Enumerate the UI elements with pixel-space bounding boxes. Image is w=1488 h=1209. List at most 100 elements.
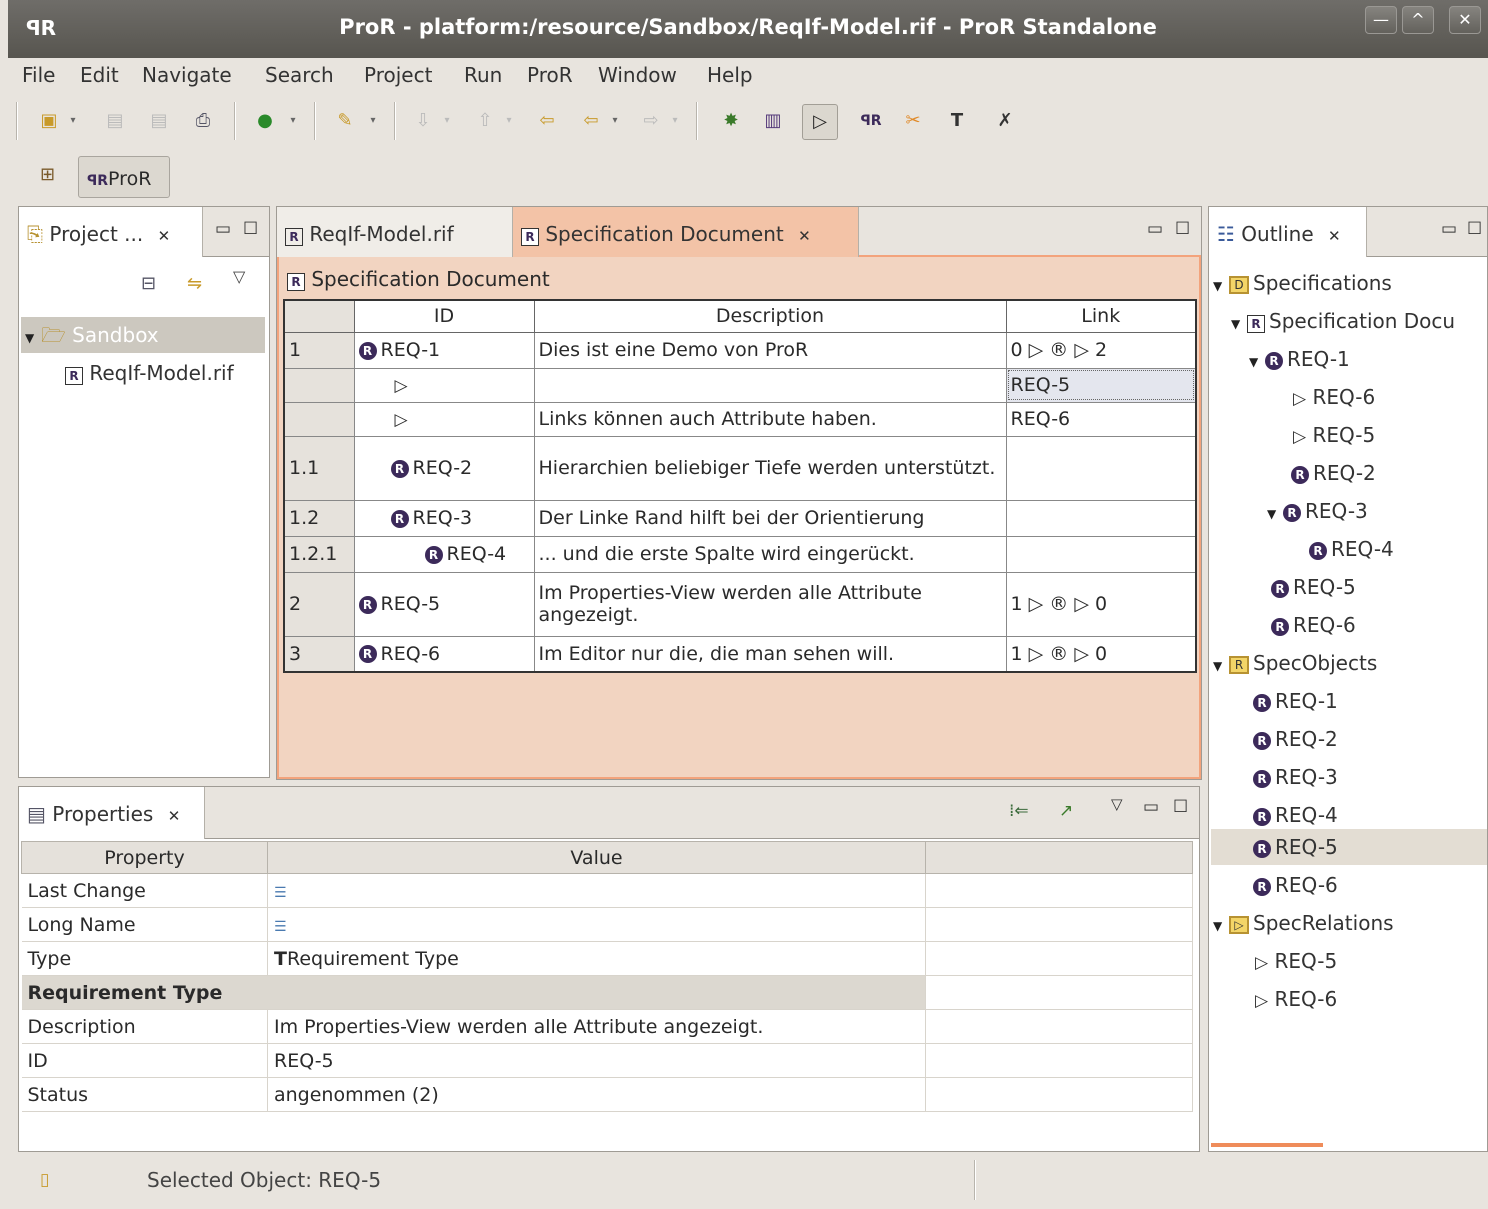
outline-item-spec-document[interactable]: ▼ R Specification Docu: [1231, 303, 1455, 339]
link-cell[interactable]: 1 ▷ ® ▷ 0: [1005, 571, 1197, 637]
table-row[interactable]: 3 R REQ-6 Im Editor nur die, die man sehe…: [283, 635, 1197, 673]
view-menu-icon[interactable]: ▽: [233, 267, 245, 286]
minimize-icon[interactable]: ▭: [1441, 219, 1457, 239]
outline-item-specrelations[interactable]: ▼ ▷ SpecRelations: [1213, 905, 1394, 941]
expand-arrow-icon[interactable]: ▼: [25, 320, 41, 356]
description-cell[interactable]: Im Editor nur die, die man sehen will.: [533, 635, 1007, 673]
description-cell[interactable]: Links können auch Attribute haben.: [533, 401, 1007, 437]
id-cell[interactable]: R REQ-5: [353, 571, 535, 637]
open-perspective-icon[interactable]: ⊞: [40, 164, 55, 185]
new-icon[interactable]: ▣: [36, 108, 62, 134]
pin-icon[interactable]: ↗: [1059, 801, 1073, 821]
forward-icon[interactable]: ⇨: [638, 108, 664, 134]
tab-outline[interactable]: ☷ Outline ✕: [1209, 207, 1367, 257]
link-with-editor-icon[interactable]: ⇋: [187, 273, 202, 294]
property-value[interactable]: ☰: [267, 907, 926, 942]
id-cell[interactable]: R REQ-6: [353, 635, 535, 673]
link-cell[interactable]: [1005, 499, 1197, 537]
minimize-icon[interactable]: ▭: [1143, 797, 1159, 817]
property-row[interactable]: Long Name ☰: [21, 907, 1193, 942]
menu-edit[interactable]: Edit: [80, 63, 119, 87]
table-row[interactable]: 1.1 R REQ-2 Hierarchien beliebiger Tiefe …: [283, 435, 1197, 501]
outline-item-req[interactable]: R REQ-1: [1253, 683, 1338, 719]
table-row[interactable]: 1.2.1 R REQ-4 ... und die erste Spalte wi…: [283, 535, 1197, 573]
outline-item-req[interactable]: R REQ-5: [1271, 569, 1356, 605]
maximize-icon[interactable]: ☐: [243, 219, 258, 239]
property-value[interactable]: Im Properties-View werden alle Attribute…: [267, 1009, 926, 1044]
debug-icon[interactable]: ✸: [718, 108, 744, 134]
property-value[interactable]: ☰: [267, 873, 926, 908]
print-icon[interactable]: ⎙: [190, 108, 216, 134]
pror-icon[interactable]: ꟼR: [858, 108, 884, 134]
table-row[interactable]: 1.2 R REQ-3 Der Linke Rand hilft bei der …: [283, 499, 1197, 537]
type-icon[interactable]: T: [944, 108, 970, 134]
outline-item-specifications[interactable]: ▼ D Specifications: [1213, 265, 1392, 301]
expand-arrow-icon[interactable]: ▼: [1213, 268, 1229, 304]
tools-icon[interactable]: ✂: [900, 108, 926, 134]
menu-pror[interactable]: ProR: [527, 63, 573, 87]
forward-dropdown-icon[interactable]: ▾: [662, 108, 688, 134]
close-icon[interactable]: ✕: [158, 227, 171, 245]
description-cell[interactable]: ... und die erste Spalte wird eingerückt…: [533, 535, 1007, 573]
id-cell[interactable]: R REQ-3: [353, 499, 535, 537]
back-dropdown-icon[interactable]: ▾: [602, 108, 628, 134]
id-cell[interactable]: R REQ-1: [353, 331, 535, 369]
table-row[interactable]: 2 R REQ-5 Im Properties-View werden alle …: [283, 571, 1197, 637]
column-header-link[interactable]: Link: [1005, 299, 1197, 333]
property-row[interactable]: ID REQ-5: [21, 1043, 1193, 1078]
link-cell[interactable]: REQ-5: [1005, 367, 1197, 403]
save-all-icon[interactable]: ▤: [146, 108, 172, 134]
id-cell[interactable]: ▷: [353, 401, 535, 437]
table-row[interactable]: 1 R REQ-1 Dies ist eine Demo von ProR 0 ▷…: [283, 331, 1197, 369]
columns-icon[interactable]: ▥: [760, 108, 786, 134]
close-icon[interactable]: ✕: [798, 227, 811, 245]
menu-help[interactable]: Help: [707, 63, 753, 87]
previous-annotation-icon[interactable]: ⇧: [472, 108, 498, 134]
play-icon[interactable]: ▷: [802, 104, 838, 140]
minimize-icon[interactable]: ▭: [215, 219, 231, 239]
description-cell[interactable]: Dies ist eine Demo von ProR: [533, 331, 1007, 369]
property-value[interactable]: TRequirement Type: [267, 941, 926, 976]
menu-search[interactable]: Search: [265, 63, 334, 87]
minimize-icon[interactable]: ▭: [1147, 219, 1163, 239]
pen-icon[interactable]: ✎: [332, 108, 358, 134]
close-icon[interactable]: ✕: [1328, 227, 1341, 245]
collapse-all-icon[interactable]: ⊟: [141, 273, 156, 294]
close-icon[interactable]: ✕: [168, 807, 181, 825]
column-header-id[interactable]: ID: [353, 299, 535, 333]
outline-item-req[interactable]: R REQ-3: [1253, 759, 1338, 795]
tab-properties[interactable]: ▤ Properties ✕: [19, 787, 205, 839]
table-row[interactable]: ▷ REQ-5: [283, 367, 1197, 403]
save-icon[interactable]: ▤: [102, 108, 128, 134]
expand-arrow-icon[interactable]: ▼: [1213, 648, 1229, 684]
outline-item-req-selected[interactable]: R REQ-5: [1211, 829, 1487, 865]
last-edit-icon[interactable]: ⇦: [534, 108, 560, 134]
pen-dropdown-icon[interactable]: ▾: [360, 108, 386, 134]
description-cell[interactable]: [533, 367, 1007, 403]
link-cell[interactable]: [1005, 535, 1197, 573]
outline-item-req[interactable]: R REQ-4: [1253, 797, 1338, 833]
property-row[interactable]: Type TRequirement Type: [21, 941, 1193, 976]
next-annotation-icon[interactable]: ⇩: [410, 108, 436, 134]
column-header-description[interactable]: Description: [533, 299, 1007, 333]
row-number-header[interactable]: [283, 299, 355, 333]
description-cell[interactable]: Im Properties-View werden alle Attribute…: [533, 571, 1007, 637]
show-categories-icon[interactable]: ⁞⇐: [1009, 801, 1029, 821]
property-value[interactable]: REQ-5: [267, 1043, 926, 1078]
wrench-icon[interactable]: ✗: [992, 108, 1018, 134]
view-menu-icon[interactable]: ▽: [1111, 795, 1123, 813]
back-icon[interactable]: ⇦: [578, 108, 604, 134]
close-button[interactable]: ✕: [1449, 6, 1481, 34]
menu-navigate[interactable]: Navigate: [142, 63, 232, 87]
outline-item-relation[interactable]: ▷ REQ-6: [1255, 981, 1337, 1017]
property-row[interactable]: Status angenommen (2): [21, 1077, 1193, 1112]
maximize-icon[interactable]: ☐: [1173, 797, 1188, 817]
tab-reqif-model[interactable]: R ReqIf-Model.rif: [277, 207, 513, 257]
tree-item-sandbox[interactable]: ▼ 🗁 Sandbox: [21, 317, 265, 353]
outline-item-relation[interactable]: ▷ REQ-5: [1293, 417, 1375, 453]
id-cell[interactable]: R REQ-4: [353, 535, 535, 573]
maximize-icon[interactable]: ☐: [1175, 219, 1190, 239]
outline-item-req[interactable]: R REQ-6: [1253, 867, 1338, 903]
description-cell[interactable]: Der Linke Rand hilft bei der Orientierun…: [533, 499, 1007, 537]
outline-item-relation[interactable]: ▷ REQ-5: [1255, 943, 1337, 979]
